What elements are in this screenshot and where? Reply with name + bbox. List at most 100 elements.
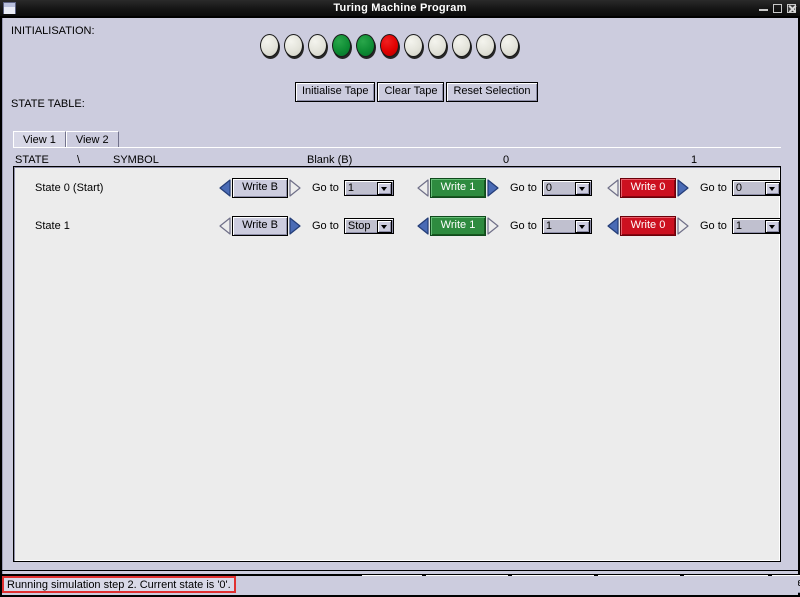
tape-cell-blank-icon: [476, 34, 495, 57]
table-row: State 1Write BGo toStopWrite 1Go to1Writ…: [17, 208, 777, 246]
tape-cell-blank-icon: [500, 34, 519, 57]
tape-cell-blank-icon: [308, 34, 327, 57]
goto-state-select[interactable]: 1: [732, 218, 781, 234]
move-right-arrow-icon[interactable]: [288, 217, 301, 235]
tape-cell[interactable]: [307, 33, 329, 59]
tape-cell[interactable]: [403, 33, 425, 59]
move-left-arrow-icon[interactable]: [219, 179, 232, 197]
write-symbol-button[interactable]: Write B: [232, 178, 288, 198]
tape-cell-red-icon: [380, 34, 399, 57]
goto-state-value: 1: [733, 220, 765, 232]
chevron-down-icon[interactable]: [765, 182, 780, 195]
tape-strip: [259, 33, 521, 59]
write-symbol-button[interactable]: Write 0: [620, 178, 676, 198]
goto-label: Go to: [510, 182, 537, 194]
column-header-state: STATE: [15, 154, 49, 166]
column-header-blank: Blank (B): [307, 154, 352, 166]
tape-cell[interactable]: [259, 33, 281, 59]
reset-selection-button[interactable]: Reset Selection: [446, 82, 537, 102]
transition-cell: Write 0Go to1: [607, 216, 781, 236]
status-text: Running simulation step 2. Current state…: [7, 579, 231, 592]
tape-cell[interactable]: [451, 33, 473, 59]
initialisation-label: INITIALISATION:: [11, 25, 95, 37]
initialise-tape-button[interactable]: Initialise Tape: [295, 82, 375, 102]
tape-cell[interactable]: [499, 33, 521, 59]
goto-state-select[interactable]: 0: [732, 180, 781, 196]
table-row: State 0 (Start) Write B Go to 1 Write 1 Go to…: [17, 170, 777, 208]
window-controls: [759, 3, 796, 14]
column-header-symbol: SYMBOL: [113, 154, 159, 166]
application-window: Turing Machine Program INITIALISATION: I…: [0, 0, 800, 597]
minimize-icon[interactable]: [759, 4, 768, 13]
tape-cell[interactable]: [379, 33, 401, 59]
transition-cell: Write B Go to Stop: [219, 216, 394, 236]
title-bar: Turing Machine Program: [0, 0, 800, 17]
goto-state-select[interactable]: Stop: [344, 218, 394, 234]
goto-state-value: 0: [543, 182, 575, 194]
goto-label: Go to: [510, 220, 537, 232]
write-symbol-button[interactable]: Write B: [232, 216, 288, 236]
goto-label: Go to: [700, 182, 727, 194]
tape-cell[interactable]: [331, 33, 353, 59]
move-right-arrow-icon[interactable]: [486, 217, 499, 235]
tape-cell-blank-icon: [452, 34, 471, 57]
transition-cell: Write 0 Go to 0: [607, 178, 781, 198]
tab-view-2[interactable]: View 2: [66, 131, 119, 148]
state-rows: State 0 (Start) Write B Go to 1 Write 1 Go to…: [17, 170, 777, 246]
status-badge: Running simulation step 2. Current state…: [2, 576, 236, 593]
write-symbol-button[interactable]: Write 0: [620, 216, 676, 236]
write-symbol-button[interactable]: Write 1: [430, 178, 486, 198]
tape-cell[interactable]: [283, 33, 305, 59]
chevron-down-icon[interactable]: [765, 220, 780, 233]
column-header-separator: \: [77, 154, 80, 166]
goto-state-select[interactable]: 1: [344, 180, 394, 196]
goto-state-value: Stop: [345, 220, 377, 232]
maximize-icon[interactable]: [773, 4, 782, 13]
tape-cell-blank-icon: [284, 34, 303, 57]
transition-cell: Write 1 Go to 0: [417, 178, 592, 198]
tape-cell[interactable]: [355, 33, 377, 59]
status-bar: Running simulation step 2. Current state…: [2, 576, 798, 595]
move-left-arrow-icon[interactable]: [417, 179, 430, 197]
tab-view-1[interactable]: View 1: [13, 131, 66, 148]
chevron-down-icon[interactable]: [575, 182, 590, 195]
goto-label: Go to: [312, 182, 339, 194]
move-left-arrow-icon[interactable]: [607, 179, 620, 197]
goto-state-select[interactable]: 1: [542, 218, 592, 234]
column-header-one: 1: [691, 154, 697, 166]
client-area: INITIALISATION: Initialise TapeClear Tap…: [2, 18, 798, 574]
move-left-arrow-icon[interactable]: [417, 217, 430, 235]
tape-cell[interactable]: [427, 33, 449, 59]
chevron-down-icon[interactable]: [575, 220, 590, 233]
column-header-zero: 0: [503, 154, 509, 166]
goto-label: Go to: [312, 220, 339, 232]
move-right-arrow-icon[interactable]: [676, 179, 689, 197]
move-left-arrow-icon[interactable]: [607, 217, 620, 235]
state-table-label: STATE TABLE:: [11, 98, 85, 110]
goto-state-select[interactable]: 0: [542, 180, 592, 196]
tab-underline: [13, 147, 781, 148]
tape-cell-blank-icon: [404, 34, 423, 57]
move-right-arrow-icon[interactable]: [676, 217, 689, 235]
clear-tape-button[interactable]: Clear Tape: [377, 82, 444, 102]
move-right-arrow-icon[interactable]: [486, 179, 499, 197]
chevron-down-icon[interactable]: [377, 220, 392, 233]
tape-cell-green-icon: [356, 34, 375, 57]
tape-cell-blank-icon: [260, 34, 279, 57]
close-icon[interactable]: [787, 4, 796, 13]
tape-cell[interactable]: [475, 33, 497, 59]
state-name-label: State 0 (Start): [35, 182, 103, 194]
state-table-panel: State 0 (Start) Write B Go to 1 Write 1 Go to…: [13, 166, 781, 562]
write-symbol-button[interactable]: Write 1: [430, 216, 486, 236]
window-title: Turing Machine Program: [0, 0, 800, 17]
transition-cell: Write B Go to 1: [219, 178, 394, 198]
move-right-arrow-icon[interactable]: [288, 179, 301, 197]
move-left-arrow-icon[interactable]: [219, 217, 232, 235]
tape-cell-green-icon: [332, 34, 351, 57]
goto-state-value: 0: [733, 182, 765, 194]
window-divider: [2, 570, 798, 571]
chevron-down-icon[interactable]: [377, 182, 392, 195]
goto-state-value: 1: [345, 182, 377, 194]
tape-button-group: Initialise TapeClear TapeReset Selection: [295, 82, 538, 102]
goto-state-value: 1: [543, 220, 575, 232]
